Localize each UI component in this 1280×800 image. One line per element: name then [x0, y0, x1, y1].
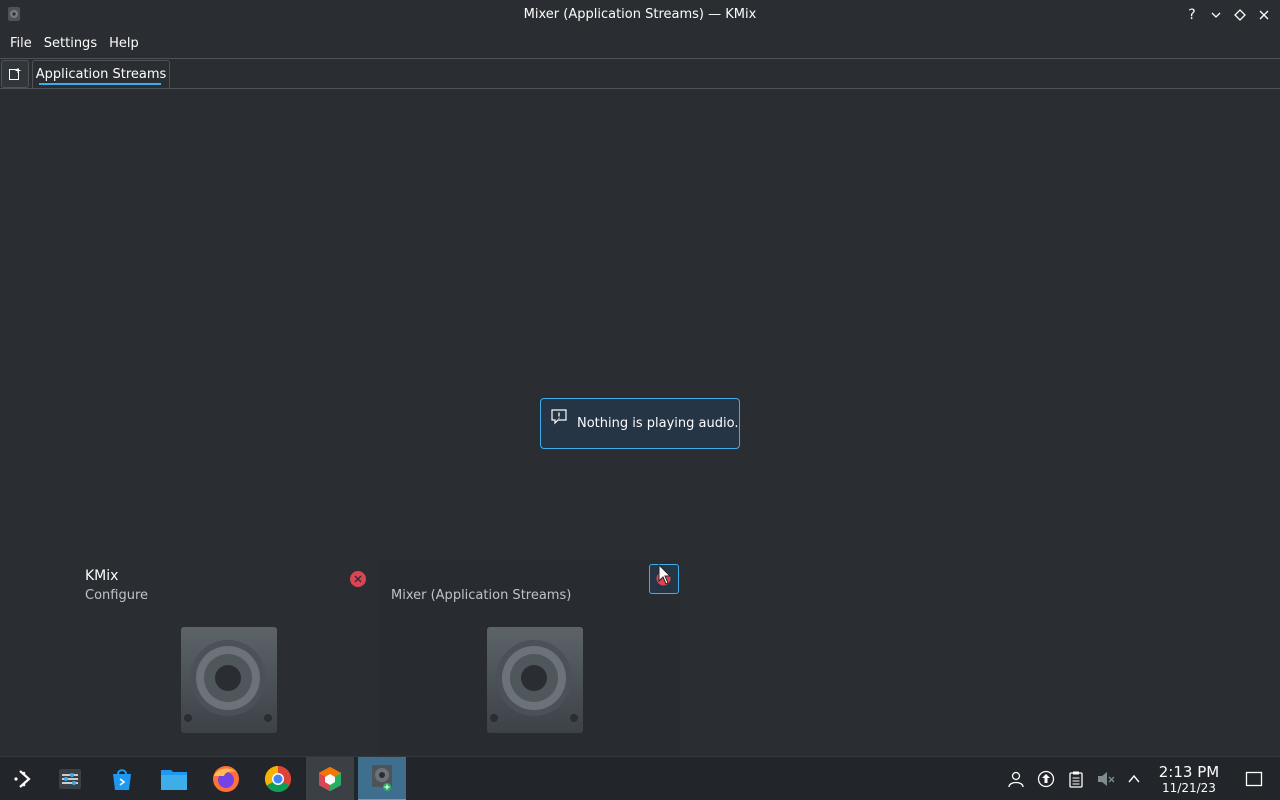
- close-icon[interactable]: [1254, 5, 1274, 25]
- kmix-icon: [372, 765, 392, 791]
- taskbar-chrome[interactable]: [254, 757, 302, 800]
- taskbar-firefox[interactable]: [202, 757, 250, 800]
- menu-file[interactable]: File: [4, 36, 38, 51]
- show-desktop-button[interactable]: [1244, 769, 1264, 789]
- add-tab-icon: [9, 68, 21, 80]
- tray-expander[interactable]: [1124, 769, 1144, 789]
- update-icon: [1037, 770, 1055, 788]
- menu-help[interactable]: Help: [103, 36, 145, 51]
- empty-state-message: Nothing is playing audio.: [540, 398, 740, 449]
- preview-subtitle: Configure: [85, 588, 149, 603]
- show-desktop-icon: [1245, 771, 1263, 787]
- speaker-thumbnail-icon: [181, 627, 277, 733]
- chevron-up-icon: [1128, 774, 1140, 783]
- tab-active-indicator: [39, 83, 161, 85]
- taskbar-settings[interactable]: [46, 757, 94, 800]
- application-launcher-icon: [14, 770, 31, 788]
- maximize-icon[interactable]: [1230, 5, 1250, 25]
- digital-clock[interactable]: 2:13 PM 11/21/23: [1154, 763, 1224, 796]
- menu-bar: File Settings Help: [0, 29, 1280, 57]
- dolphin-icon: [161, 770, 187, 790]
- window-title: Mixer (Application Streams) — KMix: [523, 7, 757, 22]
- volume-muted-icon: [1098, 772, 1115, 786]
- preview-close-button[interactable]: [350, 571, 366, 587]
- kmix-app-icon[interactable]: [6, 6, 22, 22]
- taskbar-dolphin[interactable]: [150, 757, 198, 800]
- user-tray[interactable]: [1006, 769, 1026, 789]
- window-preview-mixer[interactable]: Mixer (Application Streams): [380, 560, 680, 755]
- new-tab-button[interactable]: [1, 60, 29, 88]
- user-icon: [1008, 771, 1024, 788]
- close-icon: [354, 575, 362, 583]
- preview-title: KMix: [85, 568, 119, 584]
- tab-label: Application Streams: [35, 67, 167, 82]
- taskbar-app[interactable]: [306, 757, 354, 800]
- clipboard-icon: [1069, 771, 1083, 788]
- speaker-thumbnail-icon: [487, 627, 583, 733]
- info-message-icon: [551, 409, 567, 425]
- updates-tray[interactable]: [1036, 769, 1056, 789]
- help-icon[interactable]: ?: [1182, 5, 1202, 25]
- title-bar[interactable]: Mixer (Application Streams) — KMix ?: [0, 0, 1280, 29]
- app-icon: [319, 767, 341, 791]
- message-text: Nothing is playing audio.: [577, 416, 739, 431]
- clipboard-tray[interactable]: [1066, 769, 1086, 789]
- application-launcher-button[interactable]: [0, 757, 48, 800]
- discover-icon: [113, 769, 131, 790]
- volume-tray[interactable]: [1096, 769, 1116, 789]
- minimize-icon[interactable]: [1206, 5, 1226, 25]
- taskbar: 2:13 PM 11/21/23: [0, 756, 1280, 800]
- chrome-icon: [264, 765, 292, 793]
- window-preview-kmix[interactable]: KMix Configure: [70, 560, 380, 755]
- tab-bar: Application Streams: [0, 59, 1280, 89]
- window-controls: ?: [1182, 5, 1274, 25]
- mouse-cursor-icon: [658, 564, 672, 585]
- taskbar-kmix[interactable]: [358, 757, 406, 800]
- clock-date: 11/21/23: [1162, 781, 1216, 795]
- settings-icon: [59, 769, 81, 789]
- preview-subtitle: Mixer (Application Streams): [391, 588, 572, 603]
- taskbar-discover[interactable]: [98, 757, 146, 800]
- tab-separator: [0, 88, 1280, 89]
- tab-application-streams[interactable]: Application Streams: [32, 60, 170, 88]
- clock-time: 2:13 PM: [1158, 763, 1220, 781]
- menu-settings[interactable]: Settings: [38, 36, 103, 51]
- firefox-icon: [213, 766, 239, 792]
